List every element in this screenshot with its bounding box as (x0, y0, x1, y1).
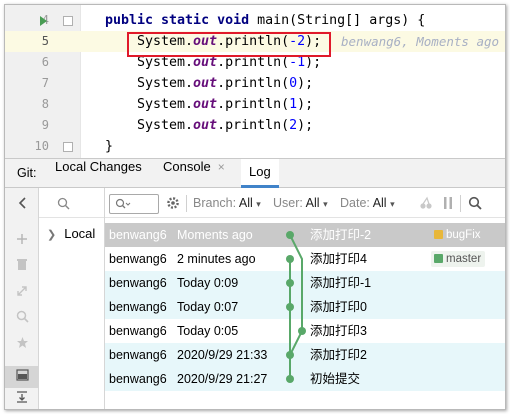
run-icon[interactable] (40, 16, 47, 26)
git-blame-annotation: benwang6, Moments ago (341, 34, 500, 49)
trash-icon[interactable] (5, 256, 39, 278)
commit-row[interactable]: benwang6 2020/9/29 21:33 添加打印2 (105, 343, 505, 367)
code-line[interactable]: 10 } (5, 136, 505, 157)
date-filter[interactable]: Date: All ▾ (340, 194, 395, 213)
branches-panel: ❯ Local (39, 188, 105, 409)
git-toolwindow-tabs: Git: Local Changes Console × Log (5, 158, 505, 188)
code-line[interactable]: 7 System.out.println(0); (5, 73, 505, 94)
ide-window: 4 public static void main(String[] args)… (4, 4, 506, 410)
commit-row[interactable]: benwang6 Today 0:09 添加打印-1 (105, 271, 505, 295)
add-icon[interactable] (5, 230, 39, 252)
close-icon[interactable]: × (218, 160, 225, 174)
search-icon[interactable] (57, 197, 70, 210)
commit-row[interactable]: benwang6 2020/9/29 21:27 初始提交 (105, 367, 505, 391)
line-number: 10 (34, 139, 49, 153)
commit-row[interactable]: benwang6 Today 0:07 添加打印0 (105, 295, 505, 319)
branch-search[interactable] (39, 188, 104, 218)
line-number: 6 (41, 55, 49, 69)
commit-log-table: benwang6 Moments ago 添加打印-2 bugFix benwa… (105, 218, 505, 409)
commit-row[interactable]: benwang6 Moments ago 添加打印-2 bugFix (105, 223, 505, 247)
code-line[interactable]: 4 public static void main(String[] args)… (5, 10, 505, 31)
code-text: System.out.println(1); (137, 97, 314, 112)
code-text: System.out.println(2); (137, 118, 314, 133)
left-arrow-icon[interactable] (5, 194, 39, 216)
branch-filter[interactable]: Branch: All ▾ (193, 194, 261, 213)
commit-row[interactable]: benwang6 Today 0:05 添加打印3 (105, 319, 505, 343)
cherry-pick-icon[interactable] (419, 196, 433, 210)
line-number: 7 (41, 76, 49, 90)
commit-row[interactable]: benwang6 2 minutes ago 添加打印4 master (105, 247, 505, 271)
tab-log[interactable]: Log (241, 159, 279, 188)
line-number: 5 (41, 34, 49, 48)
user-filter[interactable]: User: All ▾ (273, 194, 328, 213)
tag-icon (434, 254, 443, 263)
search-icon[interactable] (468, 196, 482, 210)
log-filter-bar: Branch: All ▾ User: All ▾ Date: All ▾ (105, 188, 505, 218)
tag-icon (434, 230, 443, 239)
chevron-right-icon[interactable]: ❯ (47, 229, 56, 241)
tab-console[interactable]: Console × (155, 159, 233, 187)
branch-node-local[interactable]: ❯ Local (47, 226, 95, 241)
layout-icon[interactable] (5, 366, 39, 388)
code-text: System.out.println(0); (137, 76, 314, 91)
search-icon[interactable] (5, 308, 39, 330)
line-number: 8 (41, 97, 49, 111)
fold-icon[interactable] (63, 16, 73, 26)
code-text: public static void main(String[] args) { (105, 13, 426, 28)
line-number: 9 (41, 118, 49, 132)
fold-icon[interactable] (63, 142, 73, 152)
gear-icon[interactable] (166, 196, 180, 210)
highlight-box (127, 32, 331, 57)
code-line[interactable]: 9 System.out.println(2); (5, 115, 505, 136)
left-toolbar (5, 188, 39, 409)
collapse-icon[interactable] (5, 282, 39, 304)
code-line[interactable]: 8 System.out.println(1); (5, 94, 505, 115)
star-icon[interactable] (5, 334, 39, 356)
pause-icon[interactable] (443, 196, 453, 210)
code-text: } (105, 139, 114, 154)
log-search-input[interactable] (109, 194, 159, 214)
branch-ref-badge: bugFix (431, 227, 485, 243)
code-editor[interactable]: 4 public static void main(String[] args)… (5, 5, 505, 158)
branch-ref-badge: master (431, 251, 486, 267)
filter-search-icon (115, 198, 131, 209)
tab-local-changes[interactable]: Local Changes (47, 159, 150, 187)
expand-icon[interactable] (5, 388, 39, 409)
git-label: Git: (17, 166, 37, 180)
